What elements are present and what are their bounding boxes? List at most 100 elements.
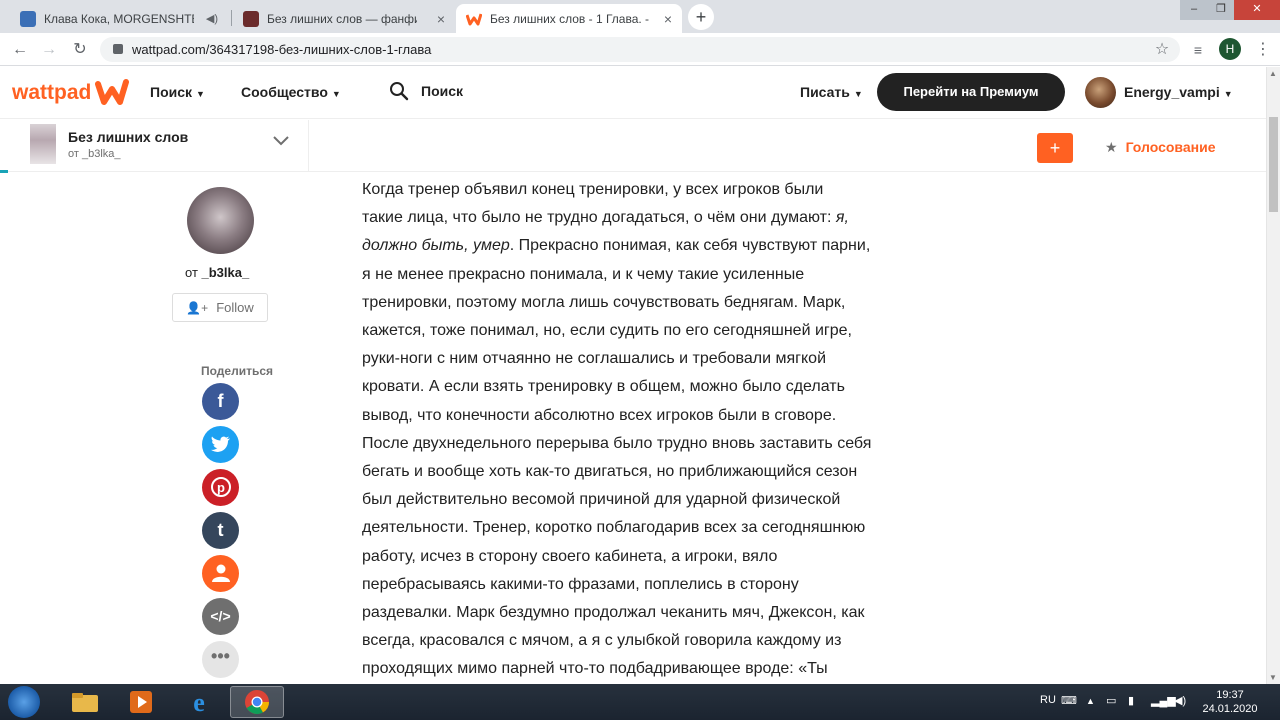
windows-taskbar: e RU ⌨ ▲ ▭ ▮ ▂▄▆ ◀) 19:37 24.01.2020 bbox=[0, 684, 1280, 720]
tab-divider bbox=[231, 10, 232, 26]
file-explorer-icon[interactable] bbox=[58, 686, 112, 718]
caret-down-icon: ▼ bbox=[1223, 89, 1233, 99]
site-search[interactable]: Поиск bbox=[389, 81, 463, 101]
add-user-icon: 👤+ bbox=[186, 300, 209, 315]
profile-icon[interactable] bbox=[202, 555, 239, 592]
star-icon: ★ bbox=[1105, 139, 1118, 155]
lock-icon bbox=[113, 44, 123, 54]
scroll-up-icon[interactable]: ▲ bbox=[1269, 69, 1277, 78]
bookmark-star-icon[interactable]: ☆ bbox=[1151, 39, 1173, 61]
author-avatar[interactable] bbox=[187, 187, 254, 254]
wattpad-icon bbox=[466, 13, 482, 25]
author-link[interactable]: _b3lka_ bbox=[202, 265, 250, 280]
page-scrollbar[interactable]: ▲ ▼ bbox=[1266, 67, 1280, 684]
new-tab-button[interactable]: + bbox=[688, 4, 714, 30]
story-line: бегать и вообще хоть как-то двигаться, н… bbox=[362, 463, 858, 481]
chrome-icon[interactable] bbox=[230, 686, 284, 718]
premium-button[interactable]: Перейти на Премиум bbox=[877, 73, 1065, 111]
wattpad-w-icon[interactable] bbox=[95, 78, 129, 106]
user-avatar[interactable] bbox=[1085, 77, 1116, 108]
scrollbar-thumb[interactable] bbox=[1269, 117, 1278, 212]
story-line: руки-ноги с ним отчаянно не соглашались … bbox=[362, 350, 826, 368]
close-window-button[interactable]: ✕ bbox=[1234, 0, 1280, 20]
youtube-music-icon bbox=[20, 10, 36, 27]
nav-write-menu[interactable]: Писать ▼ bbox=[800, 84, 863, 100]
search-icon bbox=[390, 82, 409, 101]
story-text: Когда тренер объявил конец тренировки, у… bbox=[362, 176, 872, 684]
show-hidden-icons[interactable]: ▲ bbox=[1086, 696, 1095, 706]
story-line: вывод, что конечности абсолютно всех игр… bbox=[362, 406, 837, 424]
follow-button[interactable]: 👤+ Follow bbox=[172, 293, 268, 322]
back-arrow-icon[interactable]: ← bbox=[9, 39, 31, 61]
vote-button[interactable]: ★ Голосование bbox=[1105, 139, 1215, 156]
story-line: был действительно весомой причиной для у… bbox=[362, 491, 841, 509]
story-author[interactable]: от _b3lka_ bbox=[68, 148, 121, 160]
nav-search-menu[interactable]: Поиск ▼ bbox=[150, 84, 205, 100]
user-menu[interactable]: Energy_vampi ▼ bbox=[1124, 84, 1233, 100]
story-cover-image[interactable] bbox=[30, 124, 56, 164]
speaker-icon: ◀) bbox=[205, 13, 218, 25]
story-toolbar: Без лишних слов от _b3lka_ + ★ Голосовани… bbox=[0, 120, 1266, 172]
story-line: кровати. А если взять тренировку в общем… bbox=[362, 378, 845, 396]
browser-menu-icon[interactable]: ⋮ bbox=[1252, 39, 1274, 61]
scroll-down-icon[interactable]: ▼ bbox=[1269, 673, 1277, 682]
divider bbox=[308, 120, 309, 172]
story-line: перебрасываясь какими-то фразами, поплел… bbox=[362, 575, 799, 593]
reading-list-icon[interactable]: ≡ bbox=[1187, 39, 1209, 61]
close-tab-icon[interactable]: × bbox=[437, 11, 445, 27]
profile-avatar[interactable]: H bbox=[1219, 38, 1241, 60]
restore-window-button[interactable]: ❐ bbox=[1208, 0, 1234, 20]
story-line: Когда тренер объявил конец тренировки, у… bbox=[362, 181, 824, 198]
language-indicator[interactable]: RU bbox=[1040, 694, 1056, 706]
story-line: раздевалки. Марк бездумно продолжал чека… bbox=[362, 604, 865, 622]
browser-tab-youtube[interactable]: Клава Кока, MORGENSHTERN ◀) bbox=[10, 4, 230, 33]
story-line: я не менее прекрасно понимала, и к чему … bbox=[362, 265, 805, 283]
address-bar[interactable]: wattpad.com/364317198-без-лишних-слов-1-… bbox=[100, 37, 1180, 62]
close-tab-icon[interactable]: × bbox=[664, 11, 672, 27]
add-to-library-button[interactable]: + bbox=[1037, 133, 1073, 163]
signal-icon[interactable]: ▂▄▆ bbox=[1151, 694, 1176, 707]
wattpad-logo[interactable]: wattpad bbox=[12, 81, 91, 105]
site-header: wattpad Поиск ▼ Сообщество ▼ Поиск Писать ▼… bbox=[0, 67, 1266, 119]
forward-arrow-icon[interactable]: → bbox=[38, 39, 60, 61]
browser-tab-strip: Клава Кока, MORGENSHTERN ◀) Без лишних с… bbox=[0, 0, 1280, 33]
share-label: Поделиться bbox=[201, 364, 274, 378]
browser-tab-wattpad[interactable]: Без лишних слов - 1 Глава. - Wattpad × bbox=[456, 4, 682, 33]
story-line: должно быть, умер. Прекрасно понимая, ка… bbox=[362, 237, 871, 255]
browser-toolbar: ← → ↻ wattpad.com/364317198-без-лишних-с… bbox=[0, 33, 1280, 66]
ficbook-icon bbox=[243, 10, 259, 27]
network-icon[interactable]: ▭ bbox=[1106, 694, 1116, 707]
volume-icon[interactable]: ◀) bbox=[1174, 694, 1186, 707]
story-line: работу, исчез в сторону своего кабинета,… bbox=[362, 547, 778, 565]
story-line: После двухнедельного перерыва было трудн… bbox=[362, 434, 872, 452]
reload-icon[interactable]: ↻ bbox=[69, 39, 91, 61]
system-clock[interactable]: 19:37 24.01.2020 bbox=[1200, 688, 1260, 716]
caret-down-icon: ▼ bbox=[331, 89, 341, 99]
internet-explorer-icon[interactable]: e bbox=[172, 686, 226, 718]
story-line: кажется, тоже понимал, но, если судить п… bbox=[362, 322, 852, 340]
nav-community-menu[interactable]: Сообщество ▼ bbox=[241, 84, 341, 100]
more-icon[interactable]: ••• bbox=[202, 641, 239, 678]
power-icon[interactable]: ▮ bbox=[1128, 694, 1134, 707]
windows-start-icon[interactable] bbox=[8, 686, 40, 718]
embed-icon[interactable]: </> bbox=[202, 598, 239, 635]
keyboard-icon[interactable]: ⌨ bbox=[1061, 694, 1077, 707]
tumblr-icon[interactable]: t bbox=[202, 512, 239, 549]
story-line: такие лица, что было не трудно догадатьс… bbox=[362, 209, 849, 227]
minimize-window-button[interactable]: – bbox=[1180, 0, 1208, 20]
pinterest-icon[interactable]: p bbox=[202, 469, 239, 506]
chevron-down-icon[interactable] bbox=[272, 134, 290, 152]
reading-progress-bar bbox=[0, 170, 8, 173]
twitter-icon[interactable] bbox=[202, 426, 239, 463]
story-line: всегда, красовался с мячом, а я с улыбко… bbox=[362, 632, 842, 650]
facebook-icon[interactable]: f bbox=[202, 383, 239, 420]
svg-text:e: e bbox=[193, 688, 205, 716]
browser-tab-ficbook[interactable]: Без лишних слов — фанфик по × bbox=[233, 4, 455, 33]
svg-text:p: p bbox=[217, 480, 225, 495]
media-player-icon[interactable] bbox=[114, 686, 168, 718]
author-byline: от _b3lka_ bbox=[185, 265, 250, 280]
caret-down-icon: ▼ bbox=[196, 89, 205, 99]
story-line: проходящих мимо парней что-то подбадрива… bbox=[362, 660, 828, 678]
story-title[interactable]: Без лишних слов bbox=[68, 129, 188, 145]
story-line: деятельности. Тренер, коротко поблагодар… bbox=[362, 519, 866, 537]
